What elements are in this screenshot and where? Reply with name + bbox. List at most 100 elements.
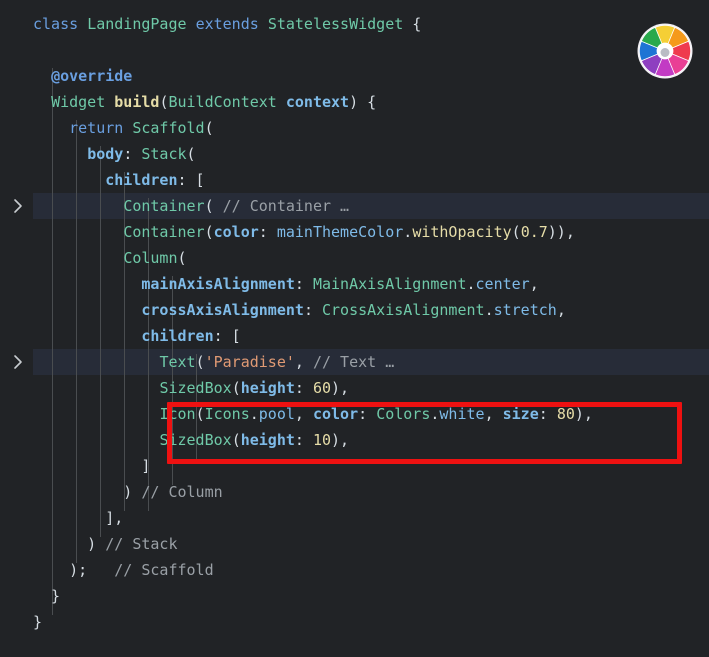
code-token: ], — [33, 509, 124, 527]
code-token: crossAxisAlignment — [141, 301, 304, 319]
code-line-text: ) // Column — [0, 479, 222, 505]
code-token: : — [303, 301, 322, 319]
code-token: ( — [204, 119, 214, 137]
code-line-20[interactable]: ) // Stack — [0, 531, 709, 557]
code-line-text: Icon(Icons.pool, color: Colors.white, si… — [0, 401, 593, 427]
code-token: Colors — [376, 405, 431, 423]
code-line-text: SizedBox(height: 10), — [0, 427, 349, 453]
code-line-text: @override — [0, 63, 132, 89]
code-token: . — [484, 301, 494, 319]
code-line-10[interactable]: mainAxisAlignment: MainAxisAlignment.cen… — [0, 271, 709, 297]
code-line-text: class LandingPage extends StatelessWidge… — [0, 11, 421, 37]
code-token: )), — [547, 223, 575, 241]
code-token: ); — [33, 561, 115, 579]
code-token: body — [87, 145, 124, 163]
code-token: CrossAxisAlignment — [322, 301, 485, 319]
code-line-text: SizedBox(height: 60), — [0, 375, 349, 401]
code-line-6[interactable]: children: [ — [0, 167, 709, 193]
code-token: : — [538, 405, 557, 423]
code-token: withOpacity — [412, 223, 512, 241]
code-token: class — [33, 15, 79, 33]
code-line-text: Column( — [0, 245, 186, 271]
code-line-19[interactable]: ], — [0, 505, 709, 531]
code-token: ) — [33, 535, 106, 553]
code-token: ) — [33, 483, 142, 501]
code-line-17[interactable]: ] — [0, 453, 709, 479]
code-token: mainThemeColor — [276, 223, 404, 241]
code-line-7[interactable]: Container( // Container … — [0, 193, 709, 219]
code-token: MainAxisAlignment — [312, 275, 467, 293]
code-line-text: } — [0, 609, 42, 635]
code-line-text: } — [0, 583, 60, 609]
code-editor-window: class LandingPage extends StatelessWidge… — [0, 0, 709, 657]
code-line-text: ); // Scaffold — [0, 557, 214, 583]
code-token: ), — [574, 405, 593, 423]
code-line-16[interactable]: SizedBox(height: 10), — [0, 427, 709, 453]
code-surface[interactable]: class LandingPage extends StatelessWidge… — [0, 0, 709, 657]
code-token: ), — [331, 379, 350, 397]
code-token: ( — [195, 405, 205, 423]
code-token: @override — [51, 67, 133, 85]
code-token: , — [556, 301, 566, 319]
code-line-0[interactable]: class LandingPage extends StatelessWidge… — [0, 11, 709, 37]
code-token: extends — [195, 15, 259, 33]
code-token: Container — [123, 223, 205, 241]
code-token: , — [294, 353, 313, 371]
code-line-9[interactable]: Column( — [0, 245, 709, 271]
fold-chevron-right-icon-1[interactable] — [10, 349, 26, 375]
code-token: // Text … — [312, 353, 395, 371]
code-token: : — [358, 405, 377, 423]
code-line-23[interactable]: } — [0, 609, 709, 635]
code-line-13[interactable]: Text('Paradise', // Text … — [0, 349, 709, 375]
code-token: build — [114, 93, 160, 111]
code-token: . — [466, 275, 476, 293]
code-token: stretch — [493, 301, 557, 319]
code-token: ( — [231, 431, 241, 449]
code-line-14[interactable]: SizedBox(height: 60), — [0, 375, 709, 401]
code-token: ( — [231, 379, 241, 397]
fold-chevron-right-icon-0[interactable] — [10, 193, 26, 219]
code-token: pool — [258, 405, 295, 423]
code-token: ( — [204, 197, 223, 215]
code-line-text: children: [ — [0, 323, 240, 349]
code-line-3[interactable]: Widget build(BuildContext context) { — [0, 89, 709, 115]
code-token: SizedBox — [159, 431, 232, 449]
code-line-text: ] — [0, 453, 150, 479]
code-line-12[interactable]: children: [ — [0, 323, 709, 349]
code-token: Stack — [141, 145, 187, 163]
code-line-15[interactable]: Icon(Icons.pool, color: Colors.white, si… — [0, 401, 709, 427]
code-token: StatelessWidget — [267, 15, 404, 33]
code-token: Scaffold — [132, 119, 205, 137]
color-wheel-icon[interactable] — [637, 23, 693, 79]
code-line-8[interactable]: Container(color: mainThemeColor.withOpac… — [0, 219, 709, 245]
code-line-1[interactable] — [0, 37, 709, 63]
code-line-5[interactable]: body: Stack( — [0, 141, 709, 167]
code-line-21[interactable]: ); // Scaffold — [0, 557, 709, 583]
code-line-2[interactable]: @override — [0, 63, 709, 89]
code-line-11[interactable]: crossAxisAlignment: CrossAxisAlignment.s… — [0, 297, 709, 323]
code-token: white — [439, 405, 485, 423]
code-line-18[interactable]: ) // Column — [0, 479, 709, 505]
code-line-text: Container( // Container … — [0, 193, 349, 219]
code-token: return — [69, 119, 124, 137]
code-token: BuildContext — [168, 93, 277, 111]
code-token: ( — [195, 353, 205, 371]
code-line-text: mainAxisAlignment: MainAxisAlignment.cen… — [0, 271, 538, 297]
code-line-22[interactable]: } — [0, 583, 709, 609]
code-token: } — [33, 613, 43, 631]
code-token: . — [403, 223, 413, 241]
code-line-4[interactable]: return Scaffold( — [0, 115, 709, 141]
code-line-text: ], — [0, 505, 123, 531]
code-token: 'Paradise' — [204, 353, 295, 371]
code-token: : — [294, 431, 313, 449]
code-line-text: body: Stack( — [0, 141, 195, 167]
